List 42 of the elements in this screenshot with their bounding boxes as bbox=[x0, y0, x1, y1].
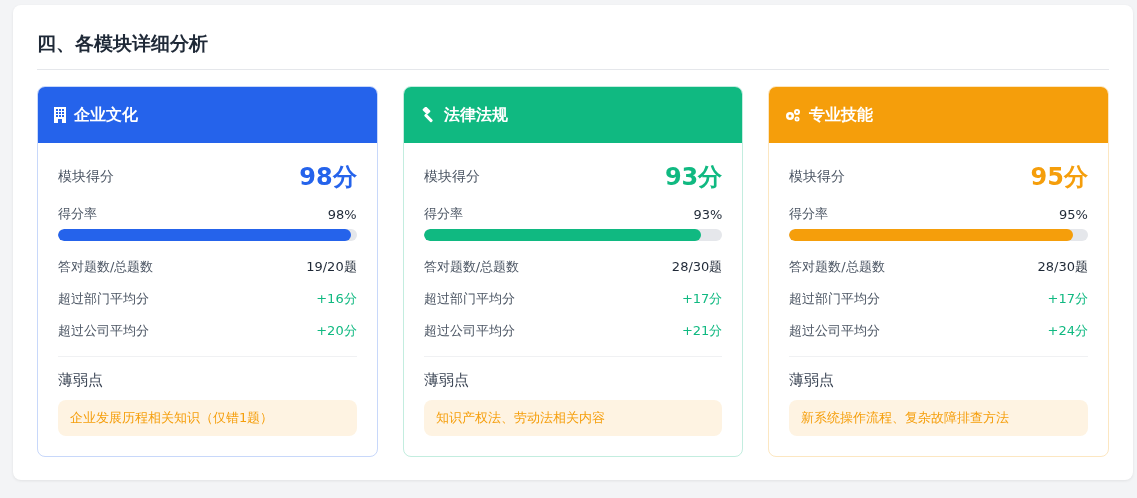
stat-label: 超过公司平均分 bbox=[789, 322, 881, 340]
stat-label: 答对题数/总题数 bbox=[789, 258, 885, 276]
stat-value: 19/20题 bbox=[306, 258, 357, 276]
rate-label: 得分率 bbox=[58, 205, 97, 223]
stat-value: 28/30题 bbox=[671, 258, 723, 276]
gears-icon bbox=[785, 108, 802, 122]
stat-label: 超过部门平均分 bbox=[789, 290, 881, 308]
stat-label: 超过部门平均分 bbox=[58, 290, 149, 308]
score-label: 模块得分 bbox=[789, 168, 846, 186]
stat-label: 超过公司平均分 bbox=[58, 322, 149, 340]
rate-label: 得分率 bbox=[423, 205, 463, 223]
weak-points-label: 薄弱点 bbox=[789, 371, 836, 390]
rate-value: 95% bbox=[1059, 206, 1088, 222]
weak-points-label: 薄弱点 bbox=[58, 371, 104, 390]
stat-value: +20分 bbox=[316, 322, 357, 340]
weak-points-label: 薄弱点 bbox=[423, 371, 470, 390]
stat-value: +21分 bbox=[681, 322, 723, 340]
module-score: 95分 bbox=[1030, 162, 1088, 193]
rate-value: 98% bbox=[327, 206, 357, 222]
module-name: 专业技能 bbox=[809, 104, 874, 126]
stat-value: 28/30题 bbox=[1037, 258, 1088, 276]
rate-value: 93% bbox=[693, 206, 723, 222]
stat-label: 答对题数/总题数 bbox=[58, 258, 154, 276]
module-score: 98分 bbox=[299, 162, 357, 193]
stat-value: +16分 bbox=[316, 290, 357, 308]
weak-point-tag: 新系统操作流程、复杂故障排查方法 bbox=[789, 400, 1088, 436]
rate-label: 得分率 bbox=[789, 205, 829, 223]
score-label: 模块得分 bbox=[423, 168, 480, 186]
module-name: 法律法规 bbox=[443, 104, 508, 126]
module-score: 93分 bbox=[664, 162, 723, 193]
building-icon bbox=[54, 107, 66, 123]
section-title: 四、各模块详细分析 bbox=[37, 31, 209, 56]
score-label: 模块得分 bbox=[58, 168, 114, 186]
stat-value: +24分 bbox=[1047, 322, 1088, 340]
stat-value: +17分 bbox=[1047, 290, 1088, 308]
stat-value: +17分 bbox=[681, 290, 723, 308]
stat-label: 超过公司平均分 bbox=[423, 322, 515, 340]
stat-label: 超过部门平均分 bbox=[423, 290, 515, 308]
weak-point-tag: 知识产权法、劳动法相关内容 bbox=[423, 400, 723, 436]
module-name: 企业文化 bbox=[74, 104, 138, 126]
stat-label: 答对题数/总题数 bbox=[423, 258, 520, 276]
weak-point-tag: 企业发展历程相关知识（仅错1题） bbox=[58, 400, 357, 436]
